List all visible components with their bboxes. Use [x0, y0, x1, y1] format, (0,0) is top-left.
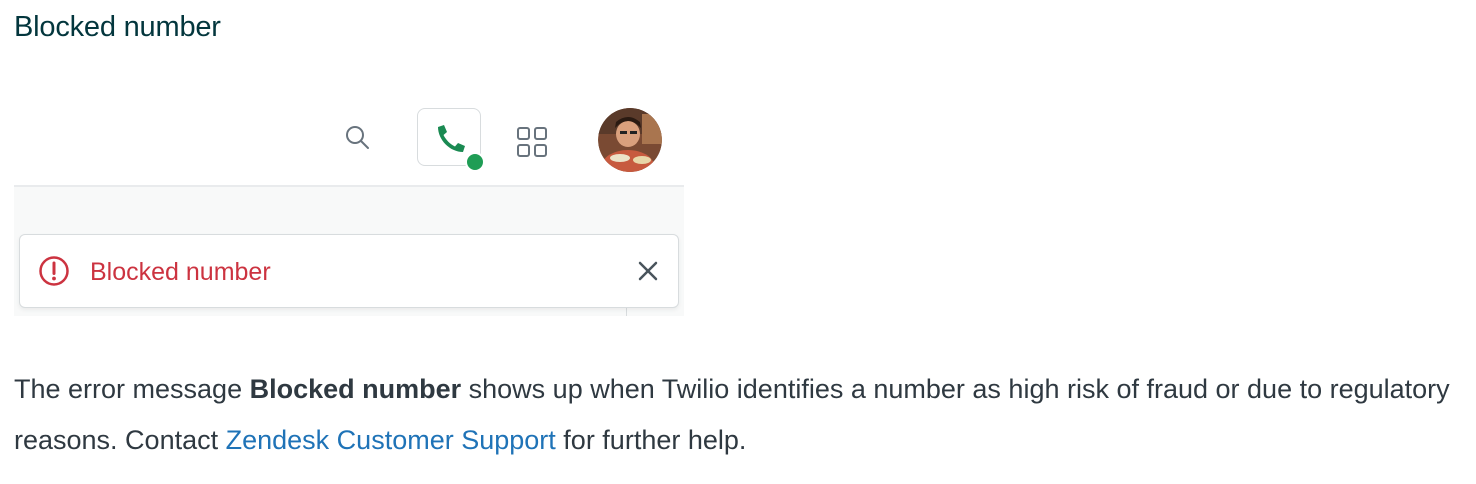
- page-title: Blocked number: [14, 11, 221, 43]
- description-text-1: The error message: [14, 374, 250, 404]
- description-paragraph: The error message Blocked number shows u…: [14, 364, 1454, 466]
- top-bar: [14, 82, 684, 187]
- description-bold-term: Blocked number: [249, 374, 462, 404]
- error-notification: Blocked number: [19, 234, 679, 308]
- alert-circle-icon: [39, 256, 69, 286]
- user-avatar[interactable]: [598, 108, 662, 172]
- search-icon[interactable]: [342, 122, 374, 154]
- online-status-indicator: [465, 152, 485, 172]
- close-icon[interactable]: [634, 257, 662, 285]
- description-text-3: for further help.: [555, 425, 747, 455]
- apps-grid-icon[interactable]: [514, 124, 550, 160]
- phone-icon: [438, 125, 465, 152]
- zendesk-support-link[interactable]: Zendesk Customer Support: [226, 425, 556, 455]
- notification-message: Blocked number: [90, 258, 271, 286]
- app-screenshot: Blocked number: [14, 82, 684, 316]
